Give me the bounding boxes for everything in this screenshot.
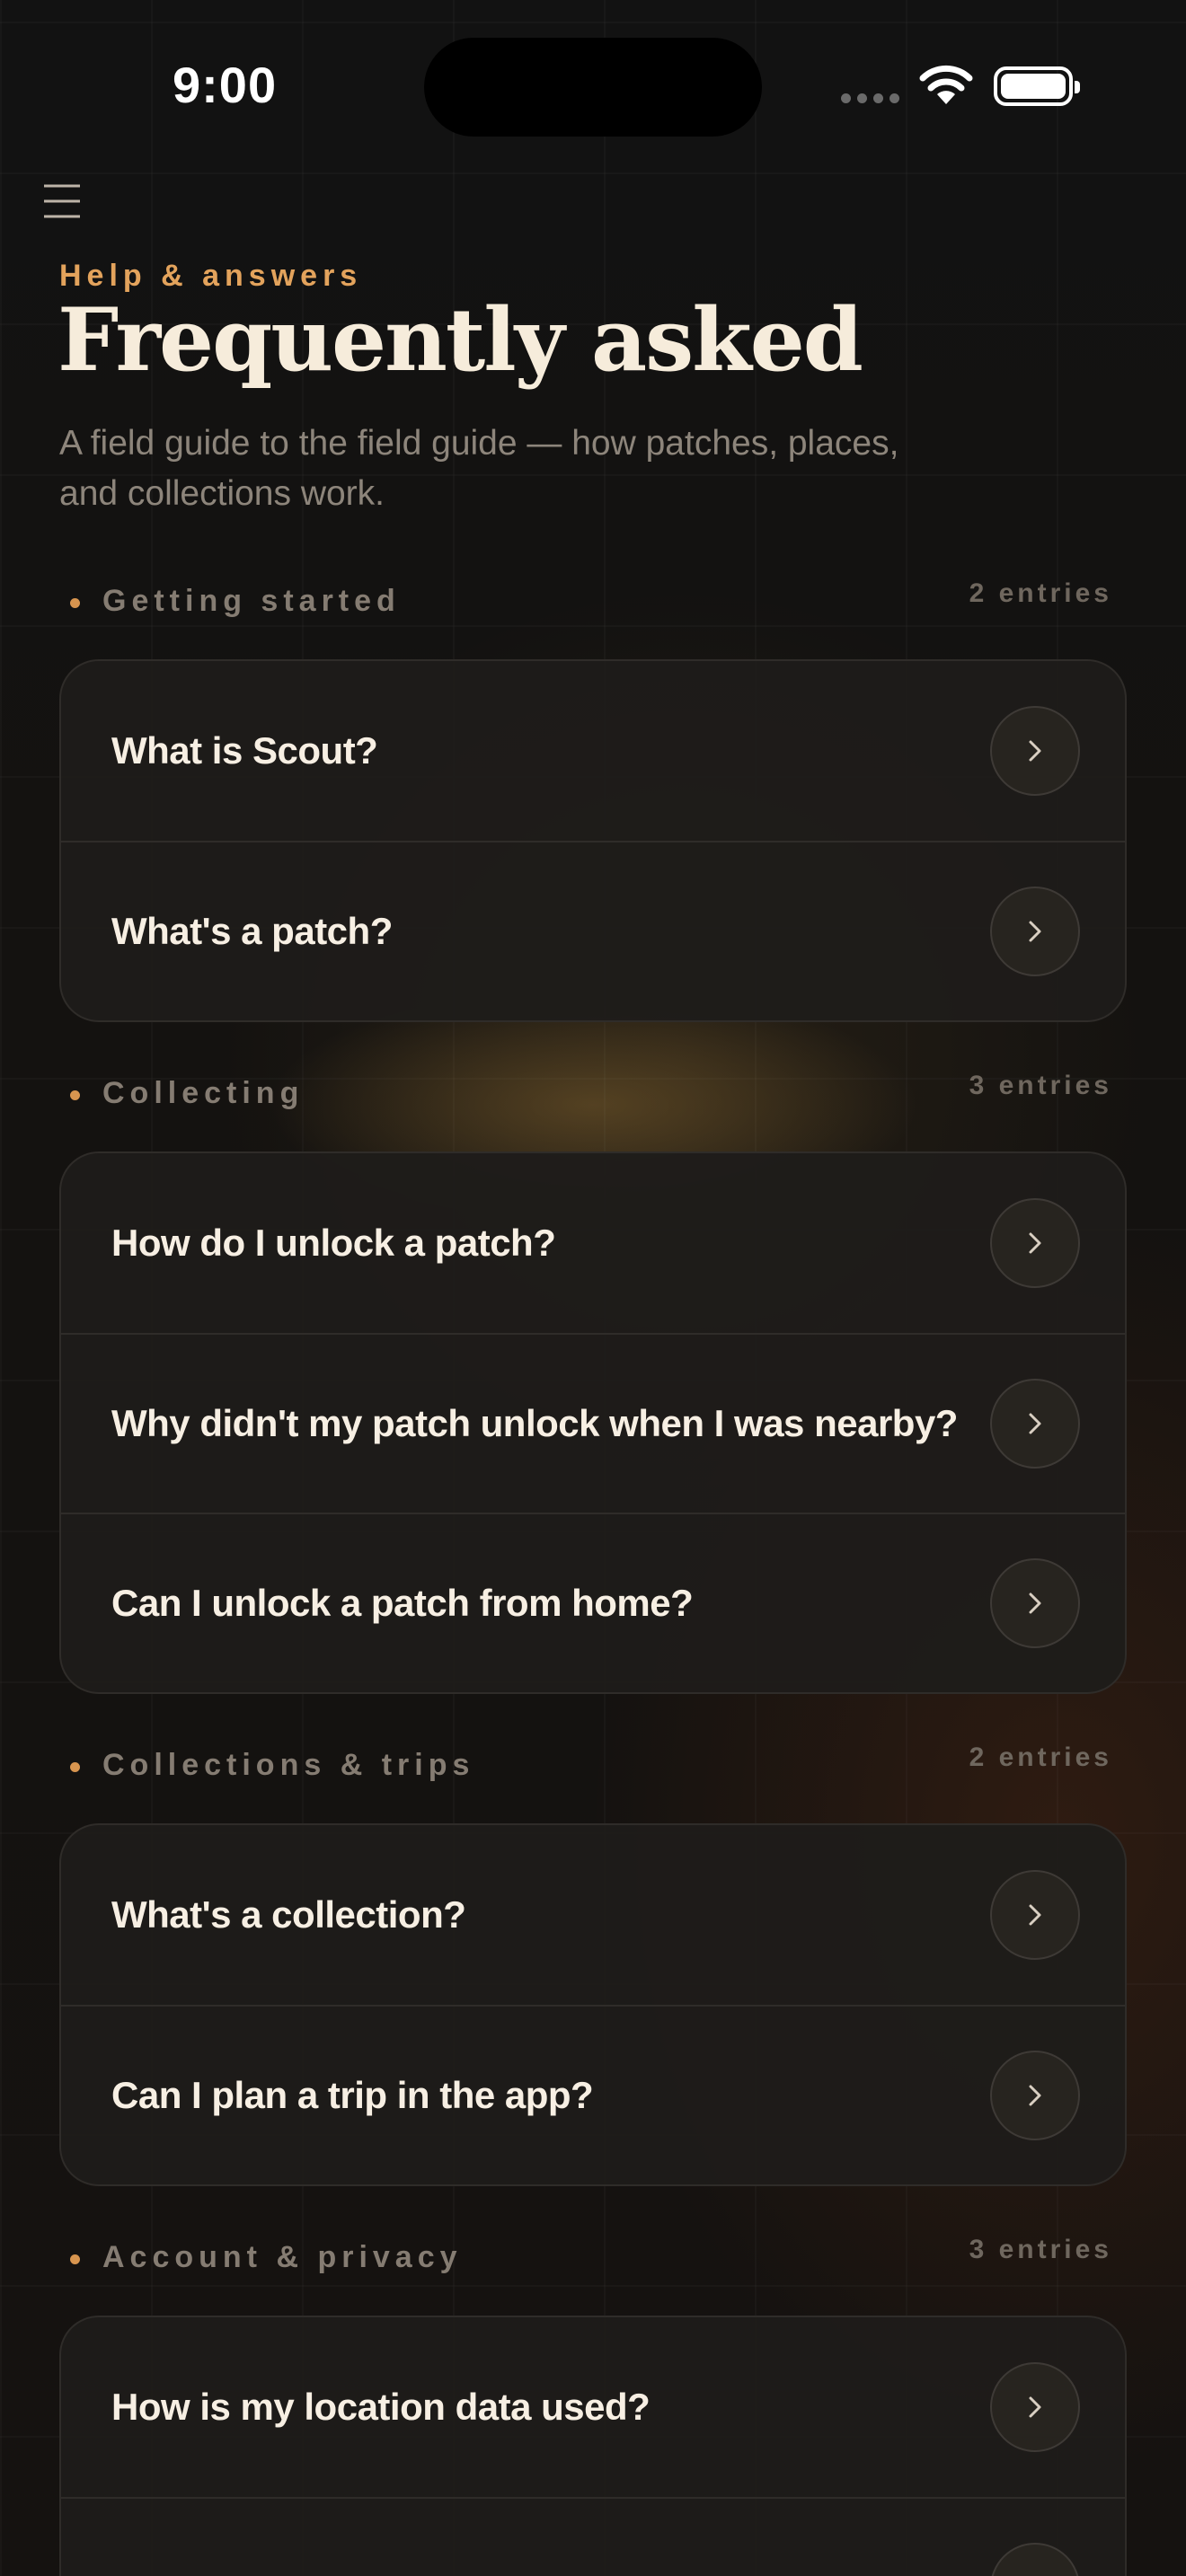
- section-label: Collecting: [102, 1076, 305, 1110]
- chevron-right-icon[interactable]: [990, 1558, 1080, 1648]
- page-title: Frequently asked: [58, 289, 863, 391]
- hamburger-menu-icon[interactable]: [43, 183, 81, 219]
- faq-item[interactable]: Can I unlock a patch from home?: [61, 1513, 1125, 1692]
- faq-card-account-privacy: How is my location data used?: [59, 2316, 1127, 2576]
- faq-question: Can I unlock a patch from home?: [111, 1582, 694, 1624]
- chevron-right-icon[interactable]: [990, 2362, 1080, 2452]
- section-count: 3 entries: [969, 1071, 1112, 1100]
- signal-dots-icon: [841, 93, 899, 103]
- faq-question: Can I plan a trip in the app?: [111, 2074, 594, 2116]
- faq-item[interactable]: [61, 2497, 1125, 2576]
- status-time: 9:00: [173, 57, 278, 113]
- section-header-collections-trips: Collections & trips 2 entries: [59, 1742, 1112, 1786]
- section-count: 2 entries: [969, 578, 1112, 608]
- chevron-right-icon[interactable]: [990, 1870, 1080, 1960]
- chevron-right-icon[interactable]: [990, 706, 1080, 796]
- section-label: Collections & trips: [102, 1748, 475, 1782]
- wifi-icon: [919, 65, 973, 104]
- faq-question: Why didn't my patch unlock when I was ne…: [111, 1402, 958, 1444]
- section-dot: [70, 1090, 80, 1100]
- faq-item[interactable]: What is Scout?: [61, 661, 1125, 841]
- chevron-right-icon[interactable]: [990, 1198, 1080, 1288]
- section-header-getting-started: Getting started 2 entries: [59, 578, 1112, 622]
- section-dot: [70, 2254, 80, 2264]
- faq-item[interactable]: How do I unlock a patch?: [61, 1153, 1125, 1333]
- faq-question: What's a patch?: [111, 910, 393, 952]
- chevron-right-icon[interactable]: [990, 2051, 1080, 2140]
- faq-card-collections-trips: What's a collection? Can I plan a trip i…: [59, 1823, 1127, 2186]
- chevron-right-icon[interactable]: [990, 1379, 1080, 1469]
- faq-question: How is my location data used?: [111, 2386, 651, 2428]
- faq-card-getting-started: What is Scout? What's a patch?: [59, 659, 1127, 1022]
- section-dot: [70, 598, 80, 608]
- battery-icon: [994, 66, 1080, 106]
- chevron-right-icon[interactable]: [990, 887, 1080, 976]
- faq-card-collecting: How do I unlock a patch? Why didn't my p…: [59, 1151, 1127, 1694]
- section-count: 3 entries: [969, 2235, 1112, 2264]
- section-count: 2 entries: [969, 1742, 1112, 1772]
- section-header-collecting: Collecting 3 entries: [59, 1071, 1112, 1114]
- faq-question: What is Scout?: [111, 729, 378, 772]
- faq-item[interactable]: Can I plan a trip in the app?: [61, 2005, 1125, 2184]
- section-label: Getting started: [102, 584, 401, 618]
- dynamic-island: [424, 38, 762, 137]
- faq-question: How do I unlock a patch?: [111, 1222, 556, 1264]
- faq-item[interactable]: Why didn't my patch unlock when I was ne…: [61, 1333, 1125, 1513]
- faq-item[interactable]: How is my location data used?: [61, 2317, 1125, 2497]
- section-header-account-privacy: Account & privacy 3 entries: [59, 2235, 1112, 2278]
- section-label: Account & privacy: [102, 2240, 463, 2274]
- page-subtitle: A field guide to the field guide — how p…: [59, 424, 899, 513]
- section-dot: [70, 1762, 80, 1772]
- chevron-right-icon[interactable]: [990, 2543, 1080, 2576]
- faq-item[interactable]: What's a patch?: [61, 841, 1125, 1020]
- faq-question: What's a collection?: [111, 1893, 466, 1936]
- faq-item[interactable]: What's a collection?: [61, 1825, 1125, 2005]
